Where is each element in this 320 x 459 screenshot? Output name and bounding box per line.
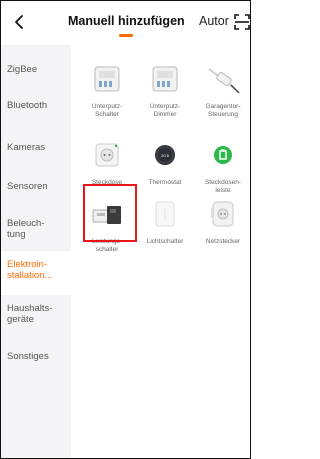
device-label: Unterputz- Dimmer [149,103,181,118]
device-flush-switch[interactable]: Unterputz- Schalter [77,55,137,129]
device-plug-adapter[interactable]: Netzstecker [193,190,250,264]
sidebar-item-label: Kameras [7,142,46,153]
device-garage-door-controller[interactable]: Garagentor- Steuerung [193,55,250,129]
plug-adapter-icon [211,201,234,227]
sidebar-item-label: Haushalts- [7,303,53,314]
active-tab-indicator [119,34,133,37]
device-label: Netzstecker [205,238,241,245]
sidebar-item-label: tung [7,229,26,240]
smart-plug-app-icon [214,146,232,164]
device-light-switch[interactable]: Lichtschalter [135,190,195,264]
thermostat-icon: 20.5 [155,145,175,165]
sidebar-item-label: Sensoren [7,181,48,192]
device-label: Lichtschalter [146,238,184,245]
category-sidebar: ZigBee Bluetooth Kameras Sensoren Beleuc… [1,45,71,458]
flush-switch-module-icon [94,66,120,92]
sidebar-item-label: geräte [7,314,34,325]
sidebar-item-sensors[interactable]: Sensoren [7,181,48,192]
device-label: Unterputz- Schalter [91,103,123,118]
sidebar-item-label: Beleuch- [7,218,45,229]
wall-socket-icon [95,143,119,167]
device-grid: Unterputz- Schalter Unterputz- Dimmer Ga… [71,45,250,458]
sidebar-item-household-appliances[interactable]: Haushalts- geräte [7,303,52,325]
sidebar-item-zigbee[interactable]: ZigBee [7,64,37,75]
flush-dimmer-module-icon [152,66,178,92]
device-flush-dimmer[interactable]: Unterputz- Dimmer [135,55,195,129]
sidebar-item-cameras[interactable]: Kameras [7,142,45,153]
light-switch-icon [155,201,175,227]
sidebar-item-lighting[interactable]: Beleuch- tung [7,218,45,240]
header: Manuell hinzufügen Autor [1,1,251,45]
tab-manual-add[interactable]: Manuell hinzufügen [68,14,185,28]
device-label: Garagentor- Steuerung [205,103,241,118]
sidebar-item-bluetooth[interactable]: Bluetooth [7,100,47,111]
selection-highlight-box [83,184,137,242]
svg-text:20.5: 20.5 [161,153,170,158]
sidebar-item-label: stallation... [7,270,53,281]
sidebar-item-label: Bluetooth [7,100,48,111]
app-frame: Manuell hinzufügen Autor ZigBee Bluetoot… [0,0,251,459]
sidebar-item-label: Sonstiges [7,351,49,362]
sidebar-item-label: ZigBee [7,64,38,75]
sidebar-item-label: Elektroin- [7,259,48,270]
sidebar-item-electrical-installation[interactable]: Elektroin- stallation... [7,259,52,281]
garage-door-controller-icon [208,68,240,94]
tab-auto-scan[interactable]: Autor [199,14,233,28]
device-label: Thermostat [148,179,182,186]
sidebar-item-other[interactable]: Sonstiges [7,351,49,362]
scan-icon[interactable] [233,13,251,31]
back-arrow-icon[interactable] [11,13,29,31]
